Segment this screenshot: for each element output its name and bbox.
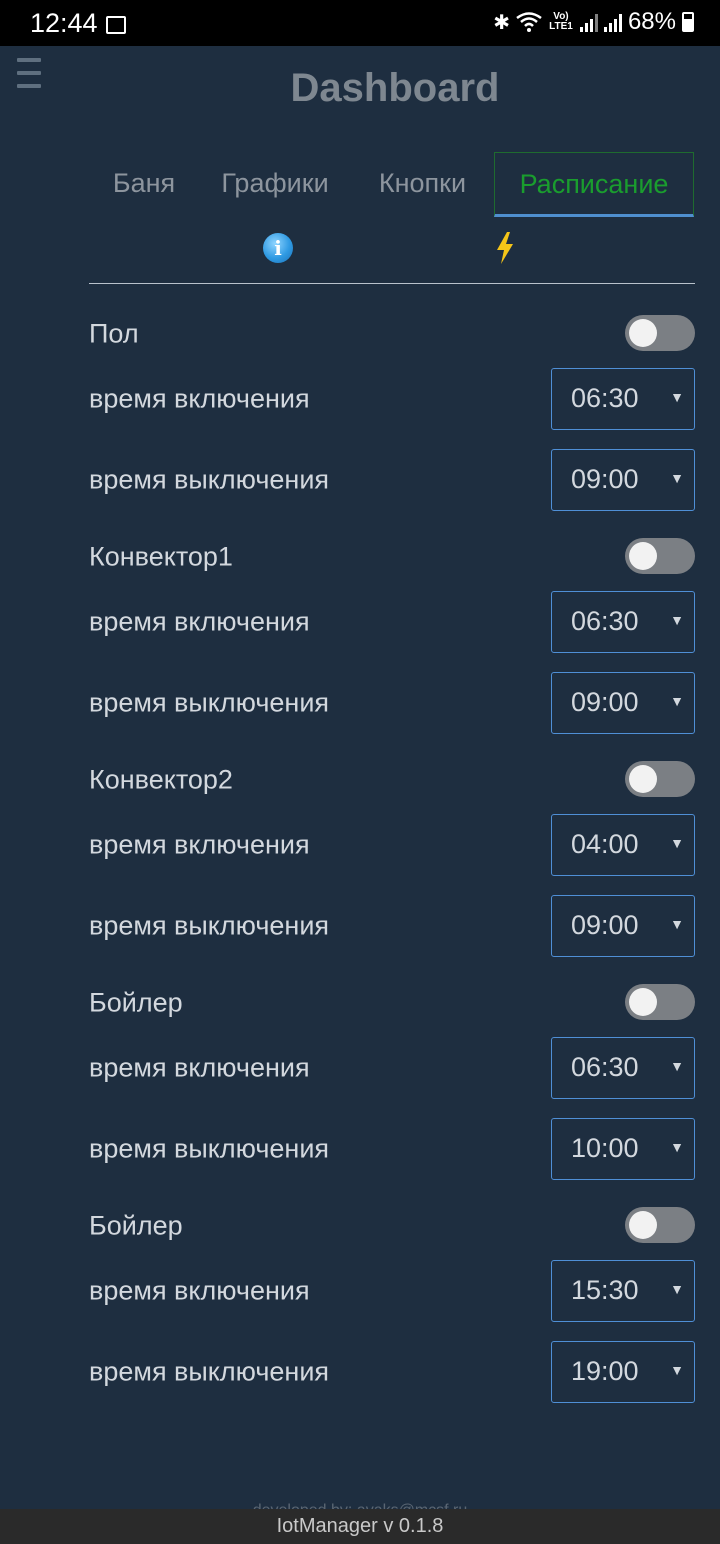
enable-toggle[interactable]	[625, 984, 695, 1020]
off-time-label: время выключения	[89, 687, 330, 718]
bluetooth-icon: ✱	[493, 11, 510, 34]
dropdown-caret-icon: ▼	[670, 389, 684, 405]
enable-toggle[interactable]	[625, 1207, 695, 1243]
tab-banya[interactable]: Баня	[89, 152, 199, 214]
dropdown-caret-icon: ▼	[670, 916, 684, 932]
info-icon[interactable]: i	[263, 233, 293, 263]
off-time-select[interactable]: 10:00 ▼	[551, 1118, 695, 1180]
schedule-group-konvektor2: Конвектор2 время включения 04:00 ▼ время…	[89, 730, 695, 957]
on-time-label: время включения	[89, 383, 310, 414]
on-time-row: время включения 04:00 ▼	[89, 814, 695, 876]
off-time-row: время выключения 09:00 ▼	[89, 672, 695, 734]
off-time-value: 09:00	[571, 910, 639, 940]
dropdown-caret-icon: ▼	[670, 1362, 684, 1378]
on-time-row: время включения 06:30 ▼	[89, 591, 695, 653]
page-title: Dashboard	[290, 66, 500, 110]
on-time-label: время включения	[89, 1052, 310, 1083]
schedule-group-konvektor1: Конвектор1 время включения 06:30 ▼ время…	[89, 507, 695, 734]
off-time-row: время выключения 09:00 ▼	[89, 449, 695, 511]
wifi-icon	[516, 12, 542, 32]
status-icons: ✱ Vo) LTE1 68%	[493, 8, 694, 36]
on-time-value: 06:30	[571, 1052, 639, 1082]
on-time-label: время включения	[89, 1275, 310, 1306]
dropdown-caret-icon: ▼	[670, 693, 684, 709]
off-time-value: 10:00	[571, 1133, 639, 1163]
status-bar: 12:44 ✱ Vo) LTE1 68%	[0, 0, 720, 46]
status-time: 12:44	[30, 8, 98, 38]
version-footer: IotManager v 0.1.8	[0, 1509, 720, 1544]
group-title: Пол	[89, 318, 139, 349]
off-time-row: время выключения 10:00 ▼	[89, 1118, 695, 1180]
signal-icon-2	[603, 12, 622, 32]
off-time-label: время выключения	[89, 910, 330, 941]
enable-toggle[interactable]	[625, 761, 695, 797]
tab-grafiki[interactable]: Графики	[199, 152, 351, 214]
tab-raspisanie[interactable]: Расписание	[494, 152, 694, 217]
on-time-value: 06:30	[571, 383, 639, 413]
on-time-select[interactable]: 06:30 ▼	[551, 1037, 695, 1099]
dropdown-caret-icon: ▼	[670, 835, 684, 851]
off-time-row: время выключения 09:00 ▼	[89, 895, 695, 957]
on-time-row: время включения 06:30 ▼	[89, 368, 695, 430]
schedule-group-pol: Пол время включения 06:30 ▼ время выключ…	[89, 284, 695, 511]
off-time-value: 09:00	[571, 687, 639, 717]
on-time-value: 06:30	[571, 606, 639, 636]
off-time-value: 19:00	[571, 1356, 639, 1386]
enable-toggle[interactable]	[625, 315, 695, 351]
schedule-list: Пол время включения 06:30 ▼ время выключ…	[89, 284, 695, 1403]
lightning-bolt-icon[interactable]	[493, 231, 517, 265]
dropdown-caret-icon: ▼	[670, 1058, 684, 1074]
off-time-select[interactable]: 19:00 ▼	[551, 1341, 695, 1403]
schedule-group-boiler-2: Бойлер время включения 15:30 ▼ время вык…	[89, 1176, 695, 1403]
on-time-select[interactable]: 15:30 ▼	[551, 1260, 695, 1322]
dropdown-caret-icon: ▼	[670, 1281, 684, 1297]
lte-indicator: Vo) LTE1	[549, 11, 573, 32]
on-time-value: 04:00	[571, 829, 639, 859]
off-time-select[interactable]: 09:00 ▼	[551, 672, 695, 734]
off-time-label: время выключения	[89, 1356, 330, 1387]
on-time-label: время включения	[89, 829, 310, 860]
battery-icon	[682, 12, 694, 32]
enable-toggle[interactable]	[625, 538, 695, 574]
signal-icon-1	[579, 12, 598, 32]
off-time-row: время выключения 19:00 ▼	[89, 1341, 695, 1403]
group-title: Бойлер	[89, 987, 183, 1018]
on-time-select[interactable]: 06:30 ▼	[551, 368, 695, 430]
on-time-select[interactable]: 04:00 ▼	[551, 814, 695, 876]
off-time-select[interactable]: 09:00 ▼	[551, 449, 695, 511]
battery-percent: 68%	[627, 8, 676, 35]
dropdown-caret-icon: ▼	[670, 612, 684, 628]
group-title: Конвектор1	[89, 541, 233, 572]
off-time-value: 09:00	[571, 464, 639, 494]
group-title: Бойлер	[89, 1210, 183, 1241]
off-time-label: время выключения	[89, 1133, 330, 1164]
dropdown-caret-icon: ▼	[670, 470, 684, 486]
dropdown-caret-icon: ▼	[670, 1139, 684, 1155]
on-time-value: 15:30	[571, 1275, 639, 1305]
tab-knopki[interactable]: Кнопки	[351, 152, 494, 214]
tab-icon-row: i	[89, 229, 695, 269]
on-time-label: время включения	[89, 606, 310, 637]
off-time-label: время выключения	[89, 464, 330, 495]
on-time-select[interactable]: 06:30 ▼	[551, 591, 695, 653]
on-time-row: время включения 15:30 ▼	[89, 1260, 695, 1322]
off-time-select[interactable]: 09:00 ▼	[551, 895, 695, 957]
tab-bar: Баня Графики Кнопки Расписание	[89, 152, 695, 218]
on-time-row: время включения 06:30 ▼	[89, 1037, 695, 1099]
schedule-group-boiler-1: Бойлер время включения 06:30 ▼ время вык…	[89, 953, 695, 1180]
group-title: Конвектор2	[89, 764, 233, 795]
image-notification-icon	[106, 16, 126, 34]
